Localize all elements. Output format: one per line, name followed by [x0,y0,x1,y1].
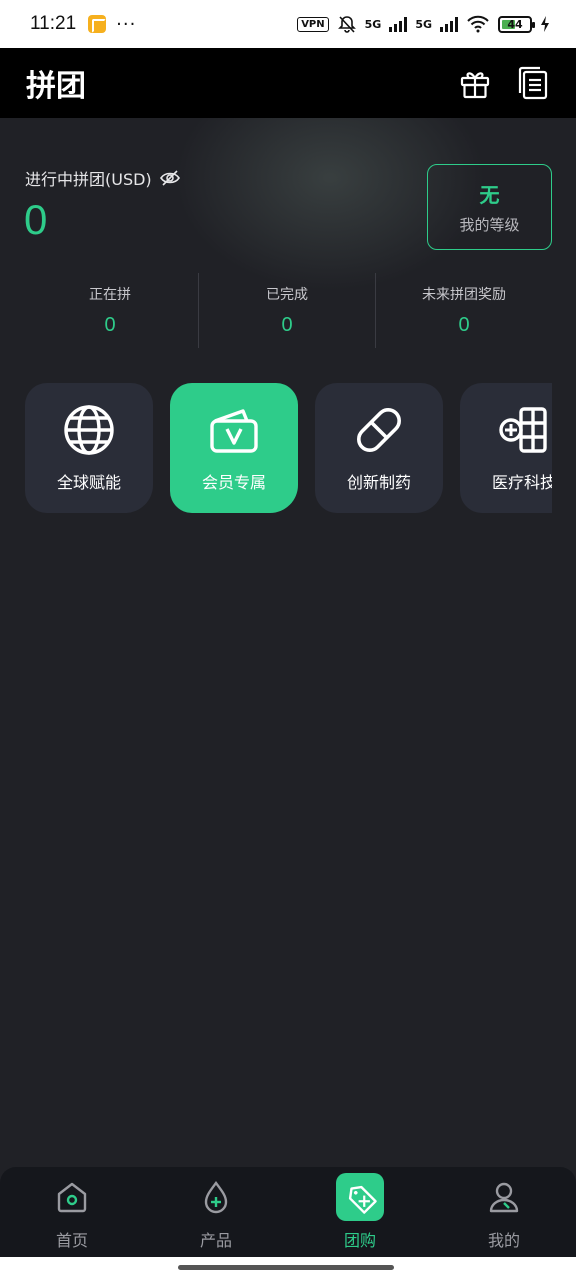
nav-label: 我的 [487,1231,520,1250]
wifi-icon [467,15,489,33]
category-global-empowerment[interactable]: 全球赋能 [25,383,153,513]
tag-icon [348,1185,377,1214]
home-indicator[interactable] [178,1265,394,1270]
signal-icon-2 [440,16,458,32]
stat-value: 0 [104,314,116,336]
drop-plus-icon [204,1181,228,1214]
system-nav-area [0,1257,576,1280]
category-medical-tech[interactable]: 医疗科技 [460,383,552,513]
gift-icon[interactable] [458,66,492,100]
nav-label: 团购 [343,1231,376,1250]
bottom-nav: 首页 产品 团购 我的 [0,1167,576,1257]
nav-label: 产品 [199,1231,232,1250]
pill-icon [357,408,401,452]
stat-completed: 已完成 0 [198,273,375,348]
battery-icon: 44 [498,15,535,33]
network-type-1: 5G [364,17,382,31]
ongoing-amount: 0 [24,196,48,243]
nav-group-buy[interactable]: 团购 [288,1167,432,1257]
stat-future-reward: 未来拼团奖励 0 [375,273,552,348]
nav-label: 首页 [55,1231,88,1250]
category-label: 会员专属 [201,473,266,492]
category-member-exclusive[interactable]: 会员专属 [170,383,298,513]
vpn-badge: VPN [297,16,329,32]
more-notifications-icon: ··· [116,13,137,35]
category-label: 全球赋能 [56,473,121,492]
member-card-icon [210,409,258,453]
eye-hidden-icon[interactable] [159,168,180,188]
stat-label: 正在拼 [89,287,131,303]
group-buy-summary: 进行中拼团(USD) 0 无 我的等级 正在拼 0 已完成 0 未来拼团奖励 0 [0,118,576,368]
globe-icon [64,405,114,455]
status-indicators: VPN 5G 5G 44 [297,14,550,34]
status-time: 11:21 [30,13,77,34]
bell-muted-icon [337,16,356,33]
note-app-icon [88,15,107,33]
stat-value: 0 [458,314,470,336]
category-innovative-pharma[interactable]: 创新制药 [315,383,443,513]
ongoing-label: 进行中拼团(USD) [25,170,152,189]
stat-value: 0 [281,314,293,336]
charging-icon [541,16,549,32]
document-list-icon[interactable] [516,66,550,100]
profile-icon [489,1182,519,1213]
network-type-2: 5G [415,17,432,31]
nav-profile[interactable]: 我的 [432,1167,576,1257]
stat-label: 已完成 [266,287,308,303]
category-label: 医疗科技 [491,473,552,492]
medical-tech-icon [499,407,547,453]
page-title: 拼团 [26,69,86,104]
stats-row: 正在拼 0 已完成 0 未来拼团奖励 0 [22,273,552,348]
home-icon [57,1182,87,1213]
category-label: 创新制药 [346,473,411,492]
ongoing-label-row: 进行中拼团(USD) [25,166,180,190]
app-header: 拼团 [0,48,576,118]
status-bar: 11:21 ··· VPN 5G 5G 44 [0,0,576,48]
category-tabs: 全球赋能 会员专属 创新制药 医疗科技 [25,383,552,514]
signal-icon [389,16,408,32]
my-level-button[interactable]: 无 我的等级 [427,164,552,250]
stat-label: 未来拼团奖励 [422,287,506,303]
nav-products[interactable]: 产品 [144,1167,288,1257]
nav-home[interactable]: 首页 [0,1167,144,1257]
level-value: 无 [479,183,500,207]
stat-in-progress: 正在拼 0 [22,273,198,348]
level-label: 我的等级 [459,216,520,234]
